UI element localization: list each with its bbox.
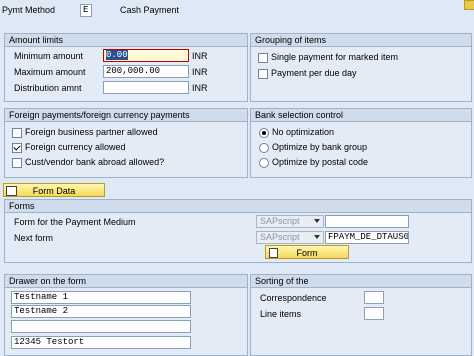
max-amount-field[interactable]: 200,000.00 — [103, 65, 189, 78]
grouping-title: Grouping of items — [251, 34, 471, 47]
next-form-type-dropdown[interactable]: SAPscript — [256, 231, 324, 244]
amount-limits-group: Amount limits Minimum amount 0.00 INR Ma… — [4, 33, 248, 102]
forms-group: Forms Form for the Payment Medium SAPscr… — [4, 199, 472, 263]
amount-limits-title: Amount limits — [5, 34, 247, 47]
min-amount-field[interactable]: 0.00 — [103, 49, 189, 62]
payment-medium-type-dropdown[interactable]: SAPscript — [256, 215, 324, 228]
pymt-method-field[interactable]: E — [80, 4, 92, 17]
next-form-field[interactable]: FPAYM_DE_DTAUS0 — [325, 231, 409, 244]
foreign-currency-label: Foreign currency allowed — [25, 142, 126, 152]
bank-selection-title: Bank selection control — [251, 109, 471, 122]
drawer-title: Drawer on the form — [5, 275, 247, 288]
grouping-group: Grouping of items Single payment for mar… — [250, 33, 472, 102]
pymt-method-description: Cash Payment — [120, 5, 180, 15]
correspondence-field[interactable] — [364, 291, 384, 304]
pymt-method-label: Pymt Method — [2, 5, 56, 15]
optimize-postal-code-radio[interactable] — [259, 158, 269, 168]
min-amount-value: 0.00 — [106, 50, 128, 60]
distribution-amount-unit: INR — [192, 83, 208, 93]
distribution-amount-label: Distribution amnt — [14, 83, 82, 93]
payment-per-due-day-label: Payment per due day — [271, 68, 357, 78]
drawer-line-4[interactable]: 12345 Testort — [11, 336, 191, 349]
sorting-group: Sorting of the Correspondence Line items — [250, 274, 472, 356]
single-payment-label: Single payment for marked item — [271, 52, 399, 62]
form-data-button-label: Form Data — [32, 186, 76, 196]
payment-medium-form-label: Form for the Payment Medium — [14, 217, 136, 227]
forms-title: Forms — [5, 200, 471, 213]
sorting-title: Sorting of the — [251, 275, 471, 288]
foreign-partner-checkbox[interactable] — [12, 128, 22, 138]
optimize-bank-group-label: Optimize by bank group — [272, 142, 368, 152]
max-amount-label: Maximum amount — [14, 67, 86, 77]
form-button[interactable]: Form — [265, 245, 349, 259]
corner-button[interactable] — [464, 0, 474, 10]
line-items-label: Line items — [260, 309, 302, 319]
payment-medium-type-value: SAPscript — [260, 216, 300, 226]
no-optimization-label: No optimization — [272, 127, 335, 137]
min-amount-label: Minimum amount — [14, 51, 84, 61]
max-amount-unit: INR — [192, 67, 208, 77]
bank-abroad-label: Cust/vendor bank abroad allowed? — [25, 157, 165, 167]
line-items-field[interactable] — [364, 307, 384, 320]
optimize-postal-code-label: Optimize by postal code — [272, 157, 369, 167]
payment-per-due-day-checkbox[interactable] — [258, 69, 268, 79]
single-payment-checkbox[interactable] — [258, 53, 268, 63]
payment-medium-form-field[interactable] — [325, 215, 409, 228]
correspondence-label: Correspondence — [260, 293, 327, 303]
next-form-type-value: SAPscript — [260, 232, 300, 242]
foreign-payments-group: Foreign payments/foreign currency paymen… — [4, 108, 248, 178]
no-optimization-radio[interactable] — [259, 128, 269, 138]
foreign-currency-checkbox[interactable] — [12, 143, 22, 153]
drawer-line-2[interactable]: Testname 2 — [11, 305, 191, 318]
next-form-label: Next form — [14, 233, 54, 243]
chevron-down-icon — [314, 219, 320, 223]
drawer-line-3[interactable] — [11, 320, 191, 333]
drawer-line-1[interactable]: Testname 1 — [11, 291, 191, 304]
optimize-bank-group-radio[interactable] — [259, 143, 269, 153]
chevron-down-icon — [314, 235, 320, 239]
min-amount-unit: INR — [192, 51, 208, 61]
bank-selection-group: Bank selection control No optimization O… — [250, 108, 472, 178]
bank-abroad-checkbox[interactable] — [12, 158, 22, 168]
drawer-group: Drawer on the form Testname 1 Testname 2… — [4, 274, 248, 356]
form-data-icon — [6, 186, 17, 196]
foreign-partner-label: Foreign business partner allowed — [25, 127, 158, 137]
form-button-label: Form — [296, 248, 318, 258]
distribution-amount-field[interactable] — [103, 81, 189, 94]
foreign-payments-title: Foreign payments/foreign currency paymen… — [5, 109, 247, 122]
form-icon — [269, 248, 278, 258]
form-data-button[interactable]: Form Data — [3, 183, 105, 197]
